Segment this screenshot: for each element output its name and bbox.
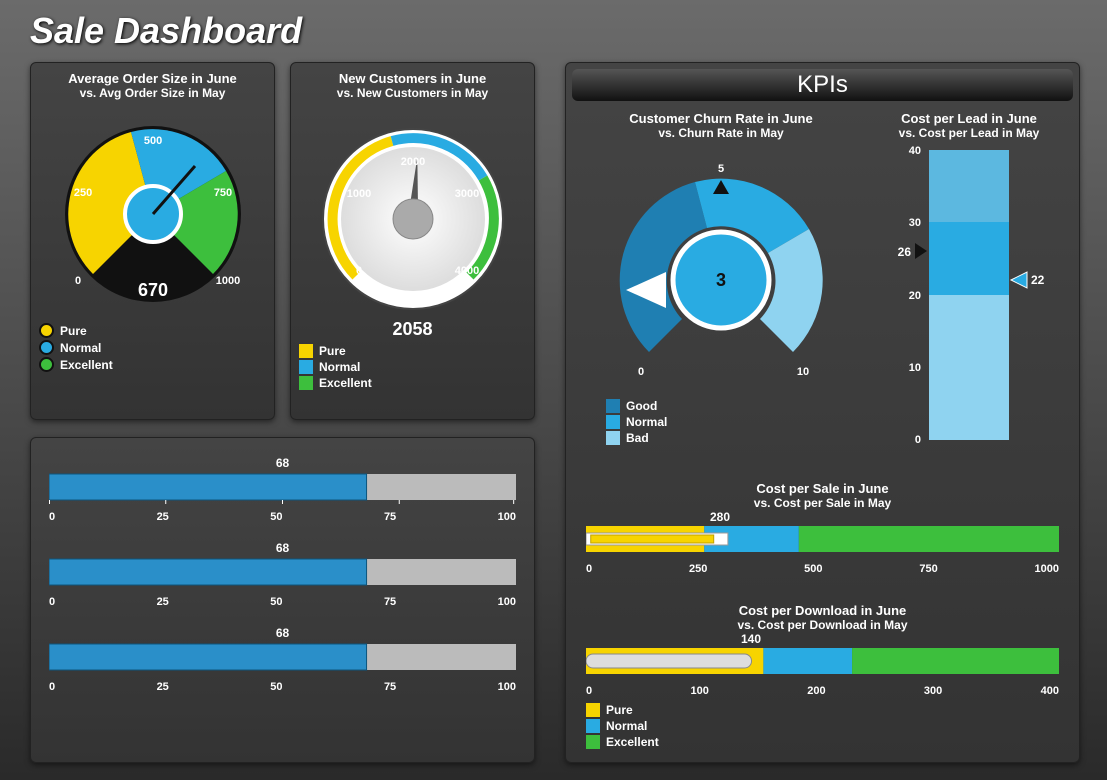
cost-dl-axis: 0100200300400: [586, 685, 1059, 697]
avg-order-gauge-panel: Average Order Size in June vs. Avg Order…: [30, 62, 275, 420]
legend-item: Pure: [299, 344, 526, 358]
progress-bar: 68 0255075100: [49, 456, 516, 523]
legend-item: Excellent: [39, 357, 266, 372]
cost-sale-value: 280: [710, 510, 1059, 524]
svg-text:4000: 4000: [455, 265, 479, 277]
svg-text:0: 0: [75, 275, 81, 287]
cost-per-lead-block: Cost per Lead in June vs. Cost per Lead …: [869, 111, 1069, 455]
svg-text:30: 30: [909, 217, 921, 229]
gauge2-title: New Customers in June: [299, 71, 526, 86]
page-title: Sale Dashboard: [0, 0, 1107, 62]
svg-text:10: 10: [797, 366, 809, 378]
svg-text:1000: 1000: [216, 275, 240, 287]
cost-dl-value: 140: [741, 632, 1059, 646]
gauge2-subtitle: vs. New Customers in May: [299, 86, 526, 100]
legend-item: Pure: [39, 323, 266, 338]
svg-text:5: 5: [718, 163, 724, 175]
cost-dl-title: Cost per Download in June: [586, 603, 1059, 618]
churn-gauge-block: Customer Churn Rate in June vs. Churn Ra…: [576, 111, 866, 447]
gauge1-subtitle: vs. Avg Order Size in May: [39, 86, 266, 100]
cost-sale-chart: [586, 524, 1059, 556]
legend-item: Normal: [586, 719, 1059, 733]
cost-lead-title: Cost per Lead in June: [869, 111, 1069, 126]
svg-text:500: 500: [144, 135, 162, 147]
svg-text:750: 750: [214, 187, 232, 199]
legend-label: Bad: [626, 431, 649, 445]
bar-value: 68: [49, 626, 516, 640]
legend-label: Good: [626, 399, 657, 413]
churn-title: Customer Churn Rate in June: [576, 111, 866, 126]
legend-label: Excellent: [606, 735, 659, 749]
gauge2-value: 2058: [299, 319, 526, 340]
gauge2-legend: Pure Normal Excellent: [299, 344, 526, 390]
legend-item: Excellent: [586, 735, 1059, 749]
svg-text:22: 22: [1031, 273, 1045, 287]
legend-item: Normal: [39, 340, 266, 355]
new-customers-gauge-panel: New Customers in June vs. New Customers …: [290, 62, 535, 420]
legend-label: Pure: [60, 324, 87, 338]
cost-dl-subtitle: vs. Cost per Download in May: [586, 618, 1059, 632]
bar-axis: 0255075100: [49, 511, 516, 523]
cost-sale-title: Cost per Sale in June: [586, 481, 1059, 496]
svg-text:1000: 1000: [347, 188, 371, 200]
progress-bar: 68 0255075100: [49, 541, 516, 608]
legend-label: Normal: [606, 719, 647, 733]
legend-label: Excellent: [319, 376, 372, 390]
churn-gauge: 3 5 0 10: [576, 140, 866, 390]
svg-text:26: 26: [898, 245, 912, 259]
svg-text:10: 10: [909, 362, 921, 374]
legend-item: Normal: [299, 360, 526, 374]
gauge1-legend: Pure Normal Excellent: [39, 323, 266, 372]
legend-item: Pure: [586, 703, 1059, 717]
svg-text:2000: 2000: [401, 156, 425, 168]
bar-axis: 0255075100: [49, 596, 516, 608]
svg-text:3: 3: [716, 270, 726, 290]
gauge1-chart: 0 250 500 750 1000 670: [39, 104, 268, 314]
gauge1-title: Average Order Size in June: [39, 71, 266, 86]
legend-item: Excellent: [299, 376, 526, 390]
legend-item: Bad: [606, 431, 866, 445]
svg-text:40: 40: [909, 145, 921, 157]
svg-text:250: 250: [74, 187, 92, 199]
cost-lead-chart: 26 22 40 30 20 10 0: [869, 140, 1069, 450]
churn-subtitle: vs. Churn Rate in May: [576, 126, 866, 140]
bar-axis: 0255075100: [49, 681, 516, 693]
svg-text:0: 0: [356, 265, 362, 277]
legend-label: Pure: [319, 344, 346, 358]
svg-text:0: 0: [638, 366, 644, 378]
cost-dl-chart: [586, 646, 1059, 678]
legend-label: Pure: [606, 703, 633, 717]
svg-text:3000: 3000: [455, 188, 479, 200]
cost-per-sale-block: Cost per Sale in June vs. Cost per Sale …: [586, 481, 1059, 575]
kpis-header: KPIs: [572, 69, 1073, 101]
progress-bars-panel: 68 0255075100 68 0255075100 68 025507510…: [30, 437, 535, 763]
legend-item: Normal: [606, 415, 866, 429]
gauge1-value: 670: [138, 280, 168, 300]
bar-value: 68: [49, 541, 516, 555]
progress-bar: 68 0255075100: [49, 626, 516, 693]
cost-lead-subtitle: vs. Cost per Lead in May: [869, 126, 1069, 140]
legend-label: Normal: [626, 415, 667, 429]
churn-legend: Good Normal Bad: [606, 399, 866, 445]
cost-sale-subtitle: vs. Cost per Sale in May: [586, 496, 1059, 510]
bar-value: 68: [49, 456, 516, 470]
legend-label: Normal: [319, 360, 360, 374]
kpis-panel: KPIs Customer Churn Rate in June vs. Chu…: [565, 62, 1080, 763]
kpi-legend: Pure Normal Excellent: [586, 703, 1059, 749]
cost-per-download-block: Cost per Download in June vs. Cost per D…: [586, 603, 1059, 751]
cost-sale-axis: 02505007501000: [586, 563, 1059, 575]
svg-text:20: 20: [909, 290, 921, 302]
gauge2-chart: 0 1000 2000 3000 4000: [299, 104, 528, 314]
svg-text:0: 0: [915, 434, 921, 446]
legend-label: Normal: [60, 341, 101, 355]
legend-label: Excellent: [60, 358, 113, 372]
legend-item: Good: [606, 399, 866, 413]
